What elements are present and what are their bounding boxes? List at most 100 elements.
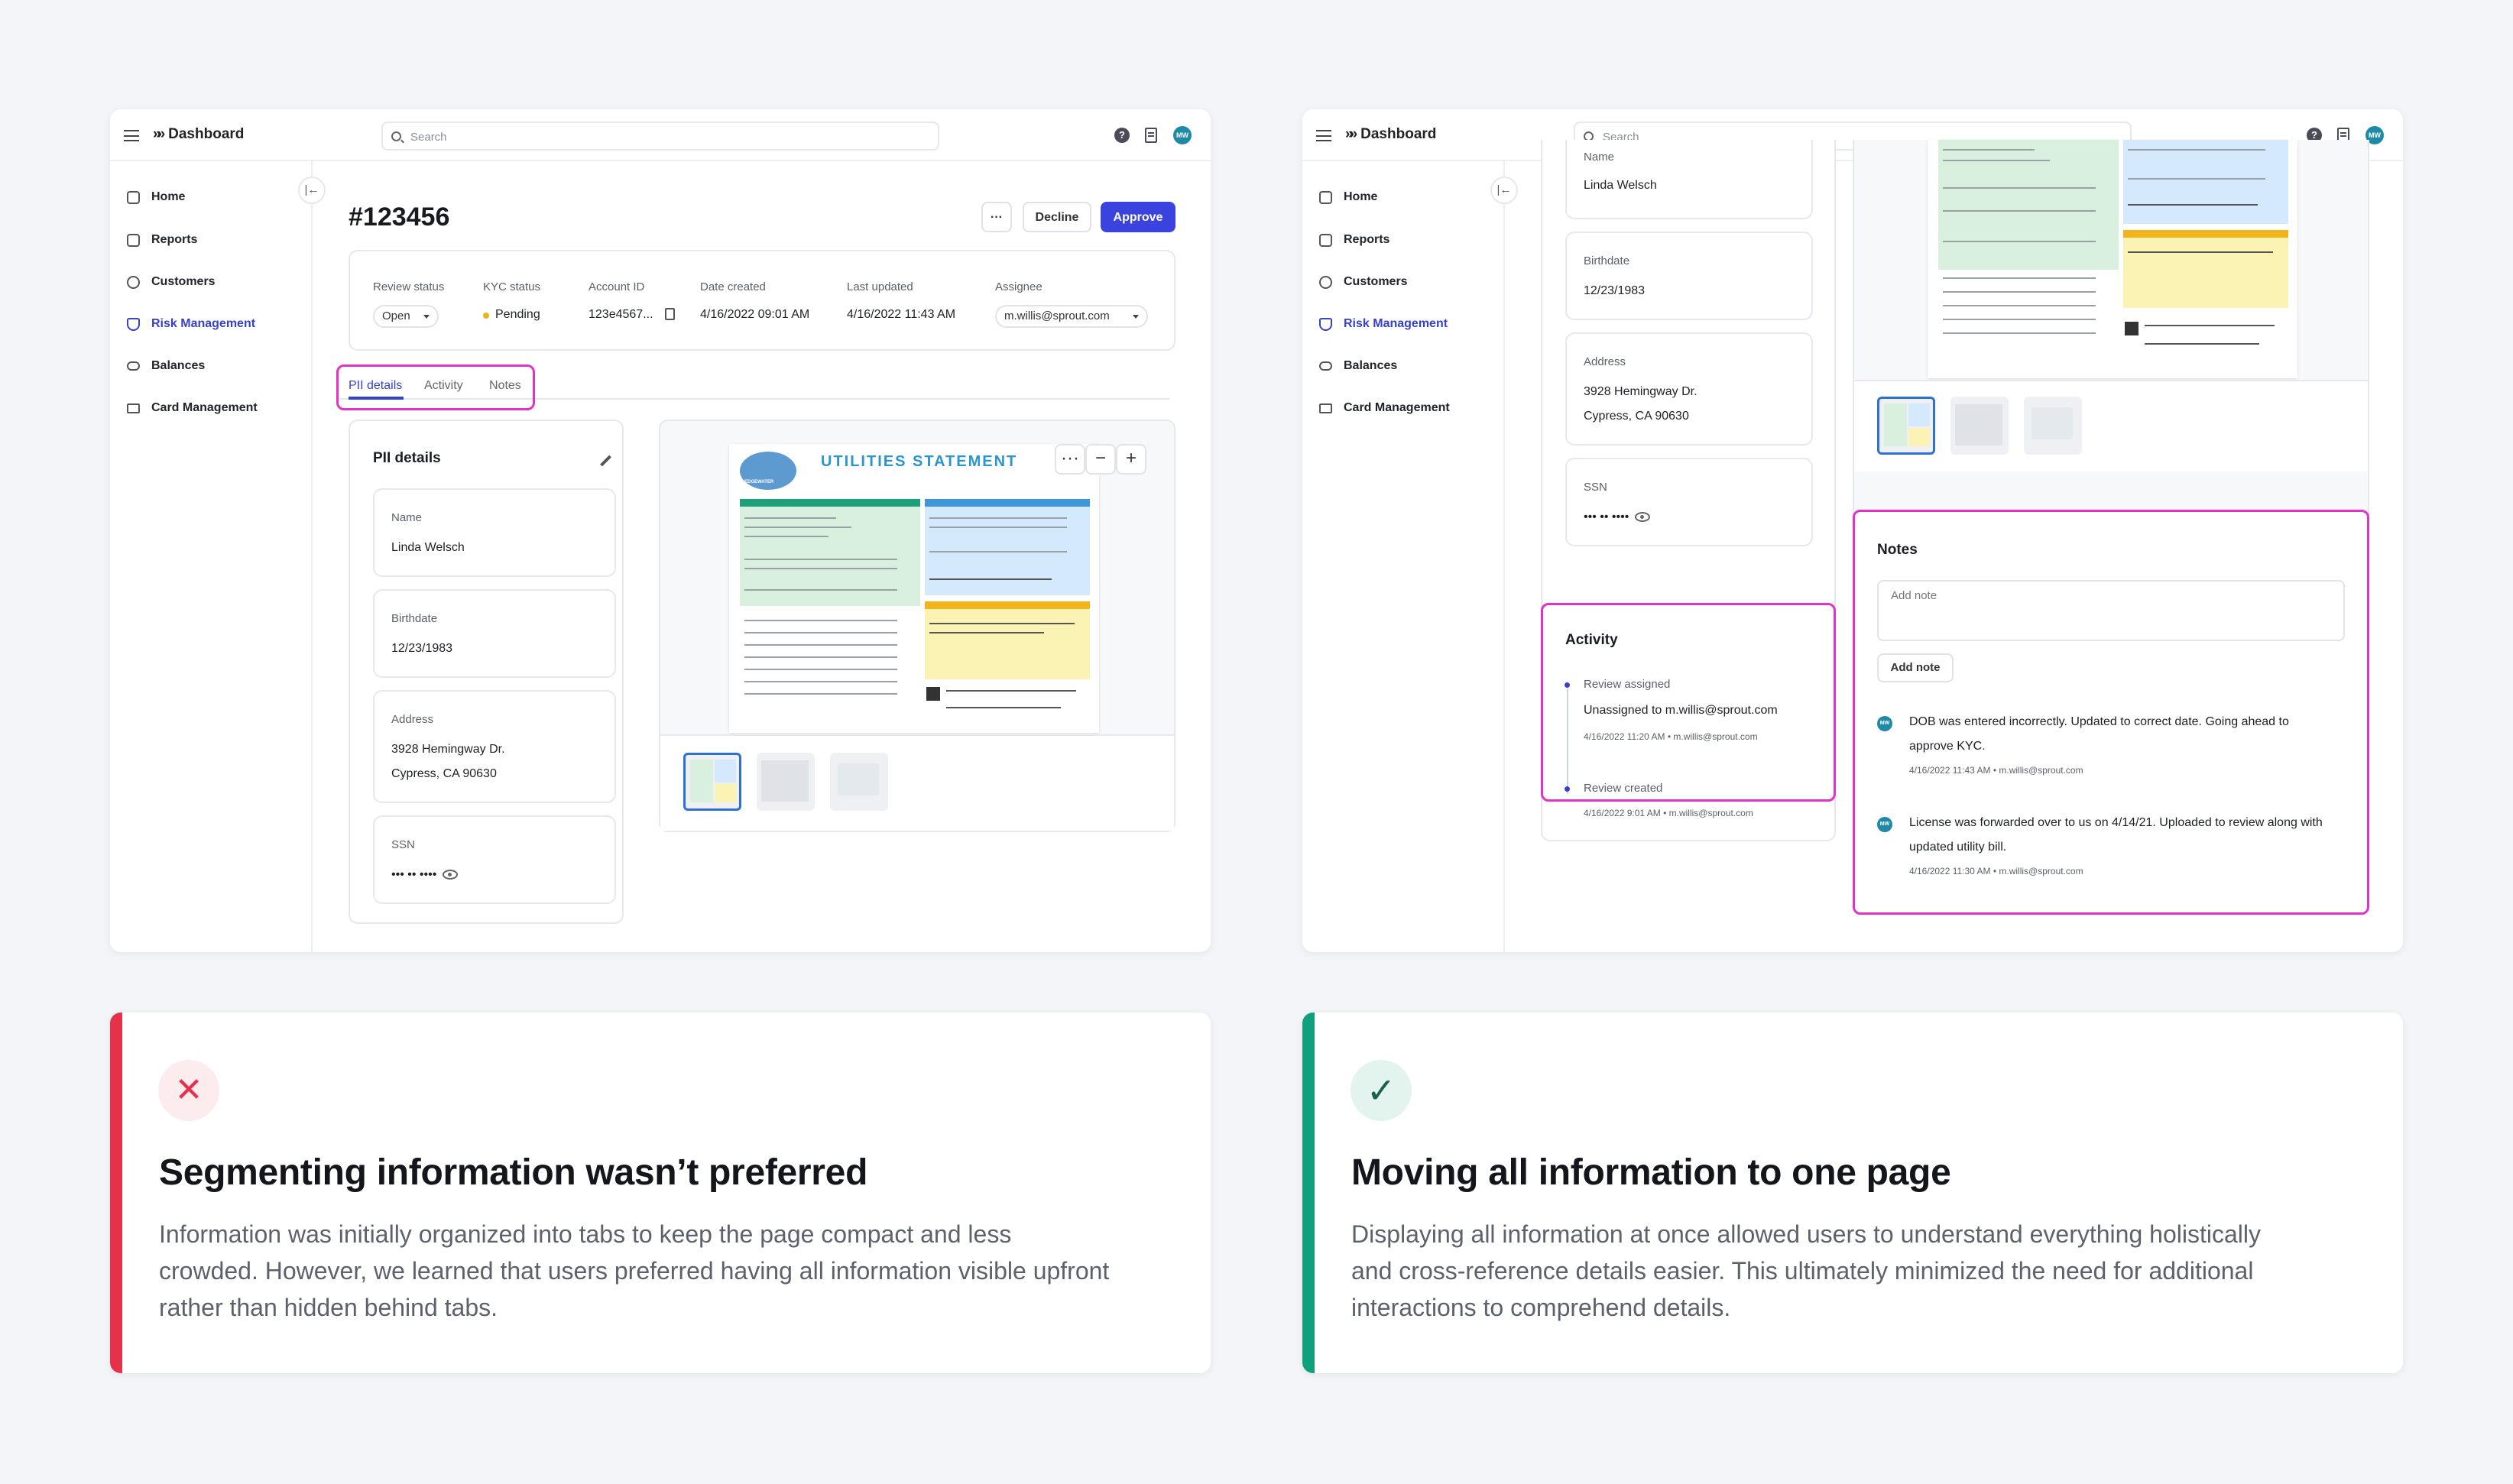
balances-icon	[127, 361, 140, 371]
copy-icon[interactable]	[665, 308, 675, 320]
balances-icon	[1319, 361, 1332, 371]
utility-statement-document	[1928, 140, 2297, 378]
thumbnail-utility-statement[interactable]	[683, 753, 741, 811]
close-icon: ✕	[158, 1060, 219, 1121]
nav-label: Card Management	[1344, 401, 1450, 414]
sidebar-item-risk-management[interactable]: Risk Management	[1319, 313, 1448, 335]
thumbnail-utility-statement[interactable]	[1877, 397, 1935, 455]
address-field: Address 3928 Hemingway Dr. Cypress, CA 9…	[1565, 332, 1813, 446]
birthdate-field: Birthdate 12/23/1983	[373, 589, 616, 678]
positive-caption-line3: interactions to comprehend details.	[1351, 1294, 1731, 1321]
sidebar-item-card-management[interactable]: Card Management	[127, 397, 258, 420]
address-line2: Cypress, CA 90630	[1584, 410, 1689, 423]
sidebar-item-card-management[interactable]: Card Management	[1319, 397, 1450, 420]
help-icon[interactable]: ?	[1114, 128, 1130, 143]
sidebar: Home Reports Customers Risk Management B…	[1302, 161, 1505, 952]
approve-button[interactable]: Approve	[1101, 202, 1175, 232]
positive-caption-title: Moving all information to one page	[1351, 1152, 1951, 1193]
review-status-select[interactable]: Open	[373, 305, 439, 328]
positive-caption-line1: Displaying all information at once allow…	[1351, 1220, 2261, 1248]
sidebar-item-customers[interactable]: Customers	[1319, 271, 1408, 293]
doc-text-line	[929, 527, 1067, 528]
notes-highlight	[1853, 510, 2369, 915]
home-icon	[1319, 190, 1332, 204]
positive-caption-body: Displaying all information at once allow…	[1351, 1216, 2360, 1326]
avatar[interactable]: MW	[1173, 126, 1192, 144]
doc-text-line	[1943, 291, 2096, 293]
thumbnail-document-2[interactable]	[757, 753, 815, 811]
doc-text-line	[744, 693, 897, 695]
activity-highlight	[1541, 603, 1836, 802]
collapse-sidebar-button[interactable]: |←	[298, 177, 326, 204]
sidebar-item-risk-management[interactable]: Risk Management	[127, 313, 255, 335]
sidebar-item-customers[interactable]: Customers	[127, 271, 216, 293]
sidebar-item-home[interactable]: Home	[1319, 186, 1377, 209]
search-icon	[391, 131, 401, 141]
positive-caption-line2: and cross-reference details easier. This…	[1351, 1257, 2254, 1285]
kyc-status-label: KYC status	[483, 280, 541, 293]
tabs-highlight	[336, 365, 535, 410]
show-ssn-icon[interactable]	[443, 870, 459, 880]
doc-text-line	[744, 669, 897, 670]
document-title: UTILITIES STATEMENT	[821, 453, 1018, 470]
thumbnail-strip	[660, 734, 1174, 831]
doc-text-line	[1943, 187, 2096, 189]
zoom-out-button[interactable]: −	[1085, 444, 1116, 475]
sidebar-item-balances[interactable]: Balances	[1319, 355, 1397, 377]
doc-text-line	[929, 623, 1075, 624]
activity-meta-2: 4/16/2022 9:01 AM • m.willis@sprout.com	[1584, 808, 1753, 818]
doc-text-line	[1943, 277, 2096, 279]
check-icon: ✓	[1351, 1060, 1412, 1121]
sidebar-item-reports[interactable]: Reports	[1319, 228, 1389, 251]
app-logo[interactable]: »» Dashboard	[1345, 126, 1436, 143]
doc-text-line	[2145, 325, 2275, 326]
sidebar-item-balances[interactable]: Balances	[127, 355, 205, 377]
menu-icon[interactable]	[124, 130, 139, 141]
sidebar-item-reports[interactable]: Reports	[127, 228, 197, 251]
docs-icon[interactable]	[1145, 128, 1157, 143]
ssn-field: SSN ••• •• ••••	[373, 815, 616, 904]
decline-button[interactable]: Decline	[1023, 202, 1091, 232]
name-field: Name Linda Welsch	[1565, 140, 1813, 219]
thumbnail-id-card[interactable]	[830, 753, 888, 811]
doc-text-line	[744, 681, 897, 682]
thumbnail-id-card[interactable]	[2024, 397, 2082, 455]
app-title: Dashboard	[1360, 126, 1437, 142]
edit-icon[interactable]	[600, 455, 611, 467]
more-actions-button[interactable]: ···	[981, 202, 1012, 232]
search-input[interactable]: Search	[381, 122, 939, 151]
name-field: Name Linda Welsch	[373, 488, 616, 577]
menu-icon[interactable]	[1316, 130, 1331, 141]
report-icon	[127, 233, 140, 247]
doc-text-line	[2128, 149, 2265, 151]
card-icon	[1319, 403, 1332, 413]
doc-band	[2123, 238, 2288, 308]
show-ssn-icon[interactable]	[1635, 512, 1651, 523]
app-logo[interactable]: »» Dashboard	[153, 126, 244, 143]
doc-text-line	[929, 632, 1044, 633]
name-value: Linda Welsch	[1584, 179, 1657, 192]
doc-text-line	[744, 559, 897, 560]
nav-label: Home	[1344, 190, 1378, 203]
more-document-actions-button[interactable]: ···	[1055, 444, 1085, 475]
pii-details-panel: PII details Name Linda Welsch Birthdate …	[349, 420, 624, 924]
zoom-in-button[interactable]: +	[1116, 444, 1146, 475]
assignee-select[interactable]: m.willis@sprout.com	[995, 305, 1148, 328]
date-created-label: Date created	[700, 280, 766, 293]
sidebar-item-home[interactable]: Home	[127, 186, 185, 209]
date-created-value: 4/16/2022 09:01 AM	[700, 308, 810, 321]
doc-text-line	[744, 589, 897, 591]
assignee-label: Assignee	[995, 280, 1042, 293]
doc-text-line	[1943, 305, 2096, 306]
collapse-sidebar-button[interactable]: |←	[1490, 177, 1518, 204]
birthdate-label: Birthdate	[391, 612, 438, 625]
doc-text-line	[929, 551, 1067, 552]
thumbnail-document-2[interactable]	[1950, 397, 2009, 455]
ssn-value: ••• •• ••••	[391, 868, 437, 881]
name-value: Linda Welsch	[391, 541, 465, 554]
negative-caption-line3: rather than hidden behind tabs.	[159, 1294, 498, 1321]
case-summary: Review status Open KYC status Pending Ac…	[349, 250, 1175, 351]
single-page-layout-screenshot: »» Dashboard Search ? MW Home Reports Cus…	[1302, 109, 2403, 952]
doc-band	[925, 499, 1090, 507]
doc-text-line	[1943, 241, 2096, 242]
